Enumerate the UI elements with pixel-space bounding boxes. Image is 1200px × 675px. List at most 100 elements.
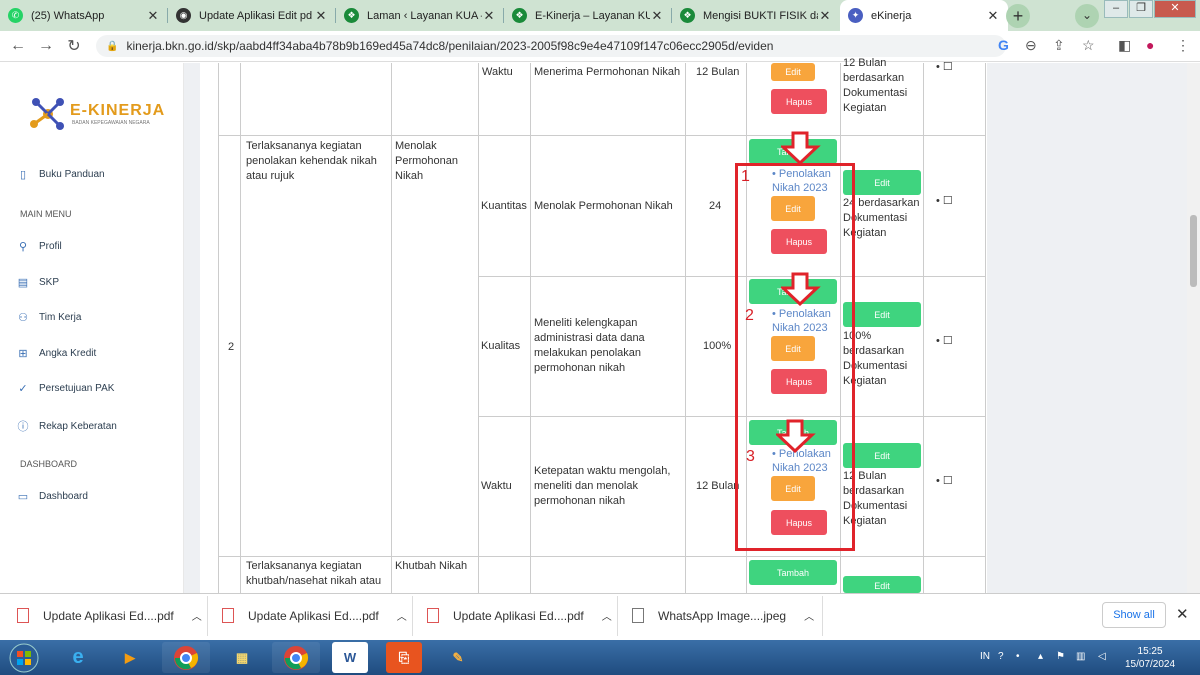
book-icon: ▯: [19, 169, 27, 181]
sidebar-item-buku-panduan[interactable]: ▯ Buku Panduan: [17, 168, 105, 181]
chevron-up-icon[interactable]: ︿: [192, 608, 202, 623]
close-icon[interactable]: ✕: [650, 8, 664, 24]
browser-tab[interactable]: ❖ Mengisi BUKTI FISIK dan ✕: [672, 0, 840, 31]
whatsapp-icon: ✆: [8, 8, 23, 23]
google-icon[interactable]: G: [998, 37, 1009, 53]
pdf-icon: [427, 608, 439, 623]
browser-tab[interactable]: ❖ Laman ‹ Layanan KUA – ✕: [336, 0, 504, 31]
scrollbar-thumb[interactable]: [1190, 215, 1197, 287]
edit-realisasi-button[interactable]: Edit: [843, 576, 921, 593]
menu-dots-icon[interactable]: ⋮: [1176, 37, 1190, 54]
new-tab-button[interactable]: +: [1006, 4, 1030, 28]
aspect-cell: Waktu: [482, 66, 513, 78]
user-icon: ⚲: [18, 241, 28, 253]
back-icon[interactable]: ←: [4, 37, 32, 55]
bookmark-star-icon[interactable]: ☆: [1082, 37, 1095, 54]
close-icon[interactable]: ✕: [482, 8, 496, 24]
close-window-button[interactable]: ✕: [1154, 0, 1196, 18]
checkbox-icon[interactable]: ☐: [943, 61, 953, 73]
arrow-down-icon: [781, 131, 821, 165]
help-icon[interactable]: ?: [998, 651, 1004, 662]
office-icon[interactable]: ⎘: [386, 642, 422, 673]
address-bar[interactable]: 🔒 kinerja.bkn.go.id/skp/aabd4ff34aba4b78b…: [96, 35, 1006, 57]
browser-tab-active[interactable]: ✦ eKinerja ✕: [840, 0, 1008, 31]
clock[interactable]: 15:25 15/07/2024: [1125, 645, 1175, 671]
scrollbar[interactable]: [1187, 63, 1200, 593]
target-cell: 12 Bulan: [696, 66, 740, 78]
maximize-button[interactable]: ❐: [1129, 0, 1153, 18]
checkbox-icon[interactable]: ☐: [943, 335, 953, 347]
close-icon[interactable]: ✕: [1176, 605, 1189, 623]
tab-title: (25) WhatsApp: [31, 9, 105, 22]
window-controls: – ❐ ✕: [1103, 0, 1196, 18]
chevron-up-icon[interactable]: ︿: [602, 608, 612, 623]
word-icon[interactable]: W: [332, 642, 368, 673]
sidebar-item-angka-kredit[interactable]: ⊞ Angka Kredit: [17, 347, 96, 360]
download-item[interactable]: Update Aplikasi Ed....pdf ︿: [17, 608, 202, 623]
chevron-up-icon[interactable]: ︿: [397, 608, 407, 623]
sidebar-item-persetujuan-pak[interactable]: ✓ Persetujuan PAK: [17, 382, 114, 395]
windows-logo-icon: [9, 643, 39, 672]
file-explorer-icon[interactable]: ▦: [218, 642, 266, 673]
show-all-button[interactable]: Show all: [1102, 602, 1166, 628]
volume-icon[interactable]: ◁: [1098, 651, 1106, 662]
tab-title: E-Kinerja – Layanan KUA: [535, 9, 650, 22]
media-player-icon[interactable]: ▶: [106, 642, 154, 673]
bullet-item: • ☐: [936, 61, 953, 73]
tab-title: eKinerja: [871, 9, 912, 22]
browser-tab[interactable]: ✆ (25) WhatsApp ✕: [0, 0, 168, 31]
tray-expand-icon[interactable]: ▴: [1038, 651, 1043, 662]
dots-icon[interactable]: •: [1016, 651, 1020, 662]
kegiatan-cell: Khutbah Nikah: [395, 560, 468, 572]
forward-icon[interactable]: →: [32, 37, 60, 55]
sidebar-item-dashboard[interactable]: ▭ Dashboard: [17, 490, 88, 503]
sidebar-item-profil[interactable]: ⚲ Profil: [17, 240, 62, 253]
rencana-cell: Terlaksananya kegiatan penolakan kehenda…: [246, 140, 377, 182]
indicator-cell: Menolak Permohonan Nikah: [534, 200, 673, 212]
ekinerja-logo-icon: [30, 98, 64, 130]
hapus-button[interactable]: Hapus: [771, 89, 827, 114]
download-item[interactable]: Update Aplikasi Ed....pdf ︿: [427, 608, 612, 623]
start-button[interactable]: [4, 640, 44, 675]
language-indicator[interactable]: IN: [980, 651, 990, 662]
chrome-icon[interactable]: [272, 642, 320, 673]
close-icon[interactable]: ✕: [986, 8, 1000, 24]
tab-search-button[interactable]: ⌄: [1075, 4, 1099, 28]
download-item[interactable]: WhatsApp Image....jpeg ︿: [632, 608, 814, 623]
sidebar-item-tim-kerja[interactable]: ⚇ Tim Kerja: [17, 311, 81, 324]
annotation-box: [735, 163, 855, 551]
chrome-icon[interactable]: [162, 642, 210, 673]
edit-button[interactable]: Edit: [771, 63, 815, 81]
share-icon[interactable]: ⇪: [1053, 37, 1065, 54]
reload-icon[interactable]: ↻: [60, 36, 88, 56]
sidebar-item-rekap-keberatan[interactable]: ⓘ Rekap Keberatan: [17, 418, 117, 434]
kegiatan-cell: Menolak Permohonan Nikah: [395, 140, 458, 182]
profile-avatar-icon[interactable]: ●: [1146, 37, 1154, 53]
sidebar-item-skp[interactable]: ▤ SKP: [17, 276, 59, 289]
zoom-icon[interactable]: ⊖: [1025, 37, 1037, 54]
browser-tab[interactable]: ❖ E-Kinerja – Layanan KUA ✕: [504, 0, 672, 31]
aspect-cell: Kuantitas: [481, 200, 527, 212]
ie-icon[interactable]: e: [54, 642, 102, 673]
download-item[interactable]: Update Aplikasi Ed....pdf ︿: [222, 608, 407, 623]
pdf-icon: [222, 608, 234, 623]
ekinerja-icon: ✦: [848, 8, 863, 23]
chevron-up-icon[interactable]: ︿: [804, 608, 814, 623]
minimize-button[interactable]: –: [1104, 0, 1128, 18]
url-text: kinerja.bkn.go.id/skp/aabd4ff34aba4b78b9…: [126, 39, 774, 53]
close-icon[interactable]: ✕: [146, 8, 160, 24]
close-icon[interactable]: ✕: [314, 8, 328, 24]
kemenag-icon: ❖: [512, 8, 527, 23]
checkbox-icon[interactable]: ☐: [943, 475, 953, 487]
flag-icon[interactable]: ⚑: [1056, 651, 1065, 662]
paint-icon[interactable]: ✎: [434, 642, 482, 673]
logo-subtitle: BADAN KEPEGAWAIAN NEGARA: [72, 120, 150, 126]
checkbox-icon[interactable]: ☐: [943, 195, 953, 207]
target-cell: 100%: [703, 340, 732, 352]
browser-tab[interactable]: ◉ Update Aplikasi Edit pd ✕: [168, 0, 336, 31]
aspect-cell: Waktu: [481, 480, 512, 492]
tambah-button[interactable]: Tambah: [749, 560, 837, 585]
sidepanel-icon[interactable]: ◧: [1118, 37, 1131, 54]
network-icon[interactable]: ▥: [1076, 651, 1085, 662]
close-icon[interactable]: ✕: [818, 8, 832, 24]
